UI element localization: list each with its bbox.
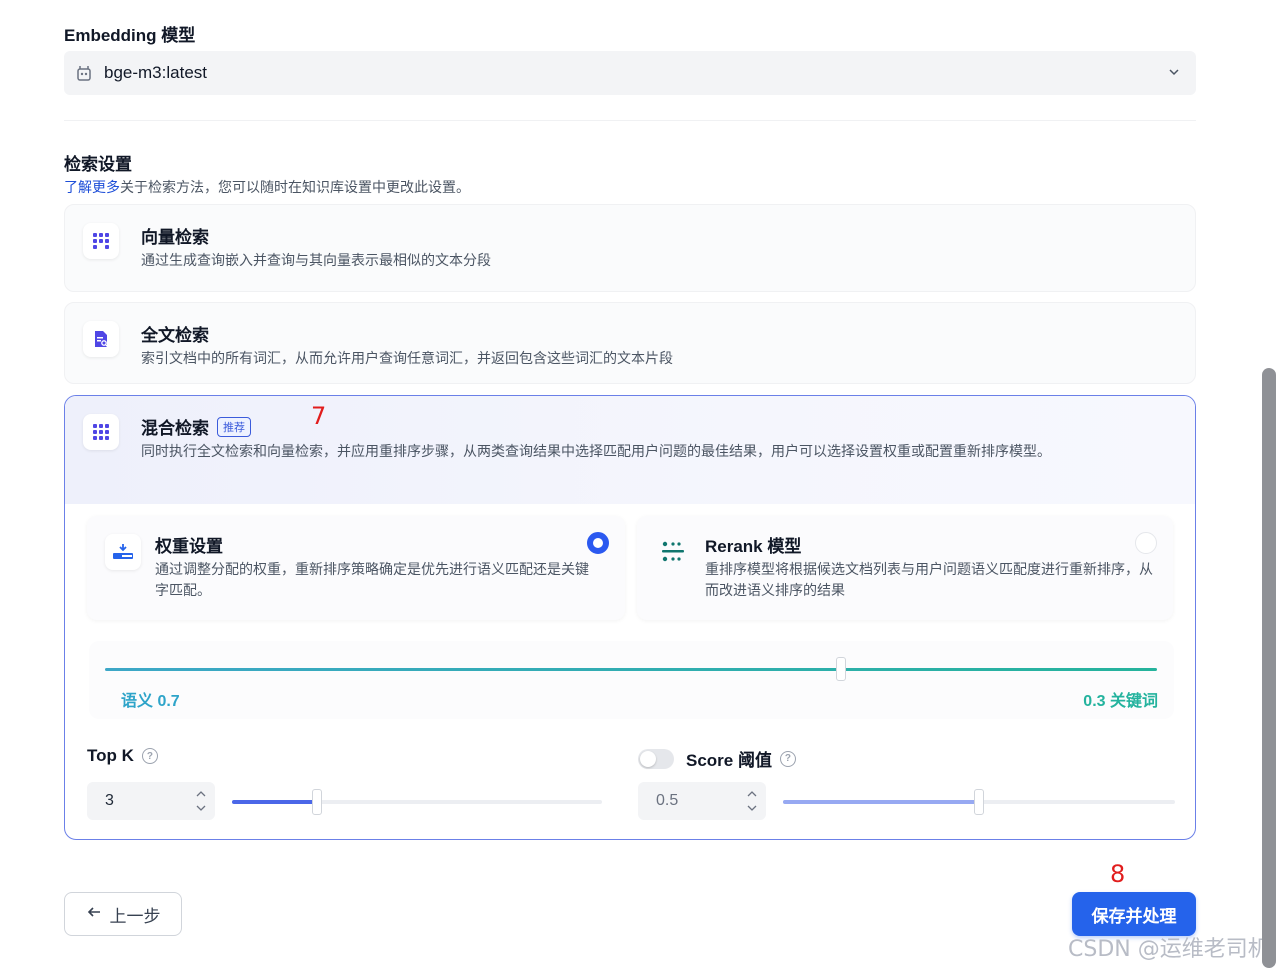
topk-label-text: Top K <box>87 746 134 765</box>
learn-more-link[interactable]: 了解更多 <box>64 179 120 195</box>
rerank-icon <box>655 534 691 570</box>
option-desc: 通过生成查询嵌入并查询与其向量表示最相似的文本分段 <box>141 252 491 268</box>
weight-title: 权重设置 <box>155 537 223 556</box>
annotation-number: 7 <box>311 402 327 430</box>
embedding-label: Embedding 模型 <box>64 26 196 45</box>
topk-input[interactable]: 3 <box>87 782 215 820</box>
arrow-left-icon <box>86 904 102 925</box>
topk-value: 3 <box>105 792 114 809</box>
option-fulltext-search[interactable]: 全文检索 索引文档中的所有词汇，从而允许用户查询任意词汇，并返回包含这些词汇的文… <box>64 302 1196 384</box>
hint-text: 关于检索方法，您可以随时在知识库设置中更改此设置。 <box>120 179 470 195</box>
scrollbar[interactable] <box>1262 368 1276 968</box>
chevron-down-icon <box>1166 64 1182 80</box>
annotation-number: 8 <box>1110 860 1126 888</box>
back-label: 上一步 <box>109 906 161 926</box>
option-title: 混合检索 <box>141 419 209 438</box>
score-label-text: Score 阈值 <box>686 751 772 770</box>
option-vector-search[interactable]: 向量检索 通过生成查询嵌入并查询与其向量表示最相似的文本分段 <box>64 204 1196 292</box>
stepper-icon[interactable] <box>195 786 207 816</box>
rerank-radio[interactable] <box>1135 532 1157 554</box>
embedding-model-select[interactable]: bge-m3:latest <box>64 51 1196 95</box>
watermark: CSDN @运维老司机 <box>1068 937 1270 962</box>
embedding-model-value: bge-m3:latest <box>104 63 207 82</box>
option-desc: 索引文档中的所有词汇，从而允许用户查询任意词汇，并返回包含这些词汇的文本片段 <box>141 350 673 366</box>
topk-slider[interactable] <box>232 789 602 815</box>
rerank-desc: 重排序模型将根据候选文档列表与用户问题语义匹配度进行重新排序，从而改进语义排序的… <box>705 561 1153 598</box>
model-icon <box>74 63 94 83</box>
help-icon[interactable]: ? <box>779 750 796 767</box>
topk-slider-fill <box>232 800 318 804</box>
back-button[interactable]: 上一步 <box>64 892 182 936</box>
semantic-weight-label: 语义 0.7 <box>121 693 180 710</box>
option-title: 全文检索 <box>141 326 209 345</box>
recommended-badge: 推荐 <box>217 416 251 437</box>
rerank-title: Rerank 模型 <box>705 537 802 556</box>
save-and-process-button[interactable]: 保存并处理 <box>1072 892 1196 936</box>
stepper-icon[interactable] <box>746 786 758 816</box>
document-search-icon <box>83 321 119 357</box>
help-icon[interactable]: ? <box>141 748 158 764</box>
rerank-model-card[interactable]: Rerank 模型 重排序模型将根据候选文档列表与用户问题语义匹配度进行重新排序… <box>637 516 1173 620</box>
topk-slider-thumb[interactable] <box>312 789 323 815</box>
score-input[interactable]: 0.5 <box>638 782 766 820</box>
topk-label: Top K ? <box>87 746 158 766</box>
option-hybrid-search[interactable]: 混合检索 推荐 同时执行全文检索和向量检索，并应用重排序步骤，从两类查询结果中选… <box>64 395 1196 840</box>
score-label: Score 阈值 ? <box>638 746 796 771</box>
option-desc: 同时执行全文检索和向量检索，并应用重排序步骤，从两类查询结果中选择匹配用户问题的… <box>141 443 1051 459</box>
grid-icon <box>83 223 119 259</box>
weight-desc: 通过调整分配的权重，重新排序策略确定是优先进行语义匹配还是关键字匹配。 <box>155 561 589 598</box>
score-slider-fill <box>783 800 979 804</box>
weight-slider-panel: 语义 0.7 0.3 关键词 <box>89 641 1174 719</box>
score-slider-thumb[interactable] <box>974 789 984 815</box>
weight-slider-thumb[interactable] <box>836 657 847 681</box>
weight-icon <box>105 534 141 570</box>
retrieval-hint: 了解更多关于检索方法，您可以随时在知识库设置中更改此设置。 <box>64 177 470 197</box>
keyword-weight-label: 0.3 关键词 <box>1083 693 1158 710</box>
score-value: 0.5 <box>656 792 679 809</box>
option-title: 向量检索 <box>141 228 209 247</box>
divider <box>64 120 1196 121</box>
hybrid-header: 混合检索 推荐 同时执行全文检索和向量检索，并应用重排序步骤，从两类查询结果中选… <box>65 396 1195 504</box>
weight-settings-card[interactable]: 权重设置 通过调整分配的权重，重新排序策略确定是优先进行语义匹配还是关键字匹配。 <box>87 516 625 620</box>
grid-icon <box>83 414 119 450</box>
score-toggle[interactable] <box>638 748 674 769</box>
weight-radio[interactable] <box>587 532 609 554</box>
retrieval-title: 检索设置 <box>64 155 132 174</box>
weight-slider-track[interactable] <box>105 668 1157 671</box>
score-slider[interactable] <box>783 789 1175 815</box>
